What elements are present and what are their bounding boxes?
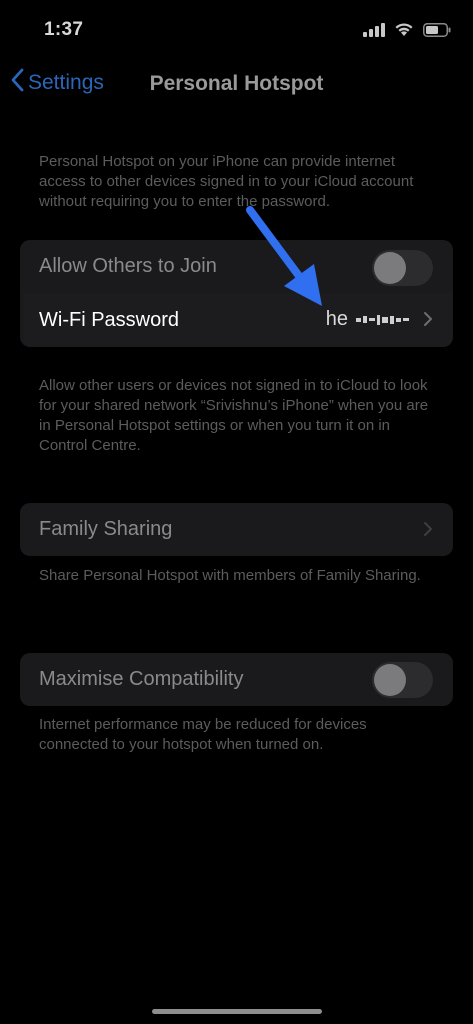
- status-bar: 1:37: [0, 0, 473, 60]
- allow-others-row: Allow Others to Join: [20, 240, 453, 293]
- maximise-compatibility-toggle[interactable]: [372, 662, 433, 698]
- wifi-icon: [394, 22, 414, 37]
- navigation-bar: Settings Personal Hotspot: [0, 62, 473, 106]
- maximise-compatibility-label: Maximise Compatibility: [39, 668, 244, 690]
- personal-hotspot-screen: 1:37 Settings Personal Hotspot Personal …: [0, 0, 473, 1024]
- toggle-knob: [374, 664, 406, 696]
- family-sharing-row[interactable]: Family Sharing: [20, 503, 453, 556]
- allow-others-toggle[interactable]: [372, 250, 433, 286]
- chevron-right-icon: [423, 521, 433, 542]
- page-title: Personal Hotspot: [149, 72, 324, 95]
- status-time: 1:37: [44, 19, 84, 40]
- redacted-password-pixels: [356, 314, 409, 325]
- maximise-compatibility-row: Maximise Compatibility: [20, 653, 453, 706]
- maximise-compatibility-description: Internet performance may be reduced for …: [39, 716, 367, 753]
- chevron-right-icon: [423, 311, 433, 332]
- family-sharing-description: Share Personal Hotspot with members of F…: [39, 567, 421, 584]
- home-indicator[interactable]: [152, 1009, 322, 1014]
- toggle-knob: [374, 252, 406, 284]
- allow-others-label: Allow Others to Join: [39, 255, 217, 277]
- family-sharing-label: Family Sharing: [39, 518, 173, 540]
- status-icons: [363, 22, 451, 37]
- battery-icon: [423, 22, 451, 37]
- maximise-compatibility-group: Maximise Compatibility: [20, 653, 453, 706]
- annotation-arrow-icon: [246, 206, 322, 306]
- allow-others-description: Allow other users or devices not signed …: [39, 377, 429, 454]
- family-sharing-group: Family Sharing: [20, 503, 453, 556]
- cellular-signal-icon: [363, 22, 385, 37]
- wifi-password-label: Wi-Fi Password: [39, 308, 180, 331]
- wifi-password-value: he: [326, 308, 409, 331]
